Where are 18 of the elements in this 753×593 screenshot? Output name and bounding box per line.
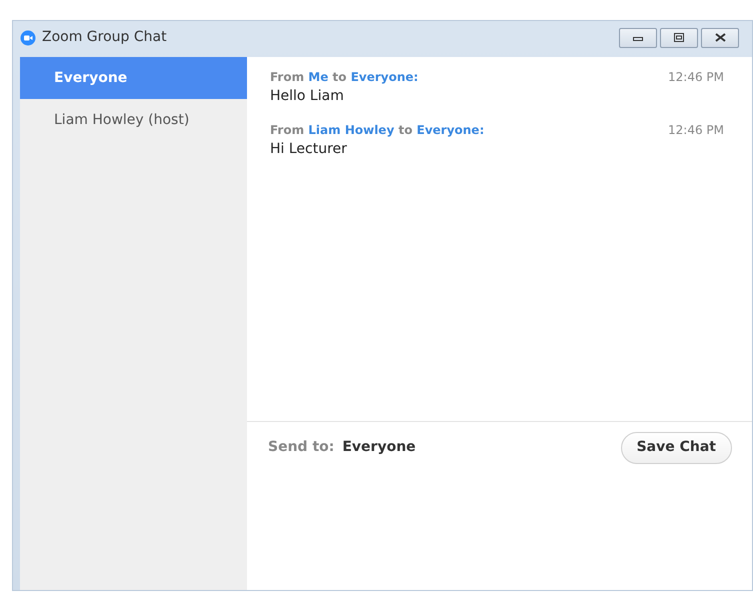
message-header: From Liam Howley to Everyone: bbox=[270, 122, 484, 139]
window-title: Zoom Group Chat bbox=[42, 28, 167, 47]
minimize-icon bbox=[633, 34, 643, 40]
message-time: 12:46 PM bbox=[668, 122, 724, 139]
maximize-button[interactable] bbox=[660, 28, 698, 48]
message-text: Hello Liam bbox=[270, 87, 344, 106]
recipient-item[interactable]: Liam Howley (host) bbox=[20, 99, 247, 141]
close-button[interactable] bbox=[701, 28, 739, 48]
minimize-button[interactable] bbox=[619, 28, 657, 48]
message-text: Hi Lecturer bbox=[270, 140, 347, 159]
message-time: 12:46 PM bbox=[668, 69, 724, 86]
app-logo-icon bbox=[20, 30, 36, 46]
message-header: From Me to Everyone: bbox=[270, 69, 418, 86]
send-to-label: Send to: bbox=[268, 438, 334, 457]
save-chat-button[interactable]: Save Chat bbox=[620, 432, 732, 464]
send-to-recipient[interactable]: Everyone bbox=[342, 437, 416, 458]
close-icon bbox=[714, 33, 726, 42]
maximize-icon bbox=[674, 33, 684, 42]
